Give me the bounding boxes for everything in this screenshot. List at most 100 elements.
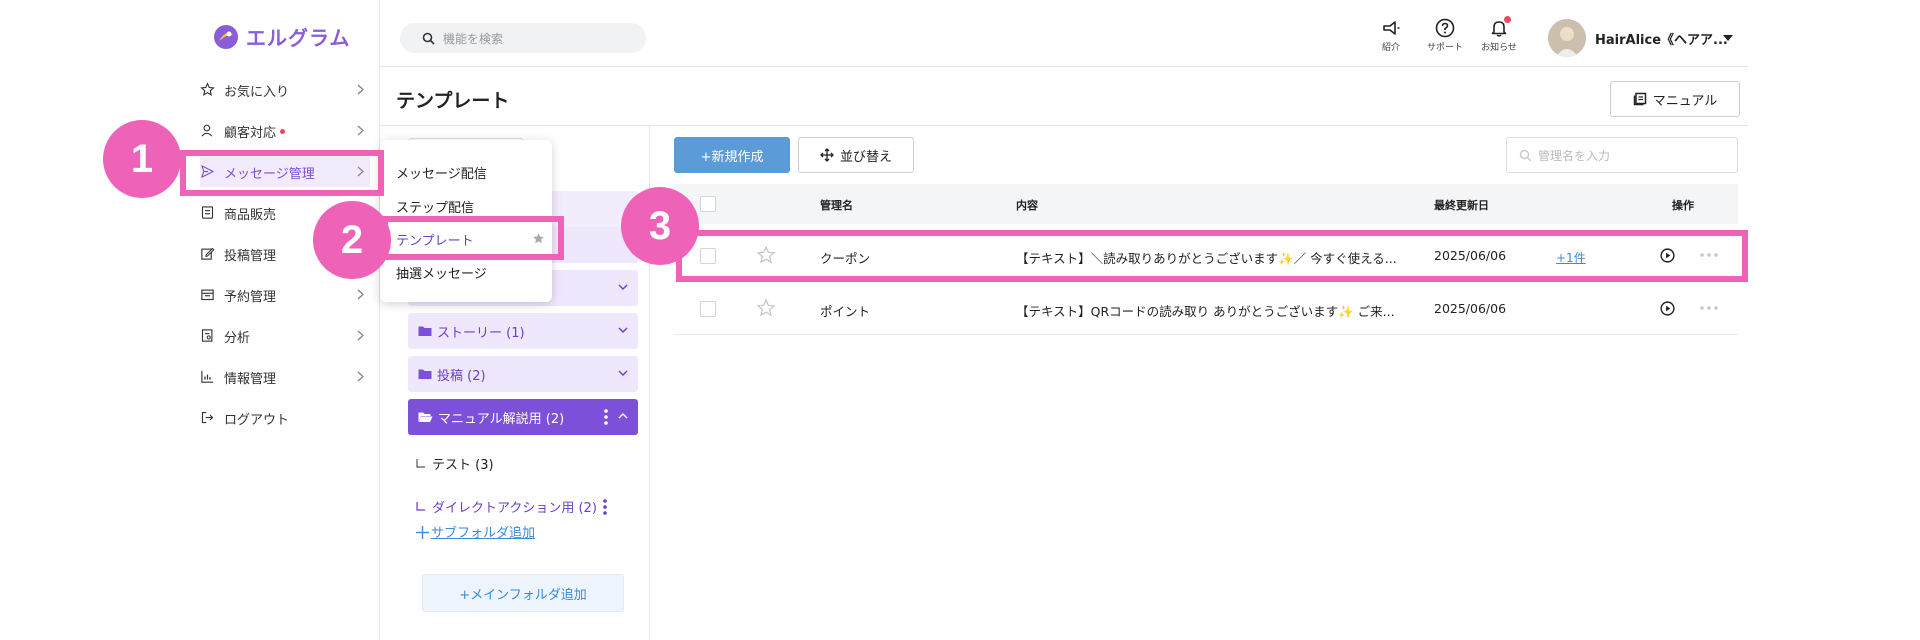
folder-icon [418,368,432,380]
alert-dot [280,128,286,134]
subfolder-label: テスト (3) [432,458,494,473]
sidebar-item-label: 情報管理 [224,371,277,387]
manual-label: マニュアル [1652,93,1718,109]
sidebar-item-8[interactable]: 情報管理 [200,362,370,392]
add-main-folder-button[interactable]: +メインフォルダ追加 [422,574,624,612]
chevron-down-icon [618,327,628,333]
step-badge-1: 1 [103,120,181,198]
folder-posts[interactable]: 投稿 (2) [408,356,638,392]
app-logo[interactable]: エルグラム [212,22,350,51]
kebab-menu-icon[interactable] [604,409,608,425]
submenu-step-delivery[interactable]: ステップ配信 [396,197,474,216]
step-badge-3: 3 [621,187,699,265]
submenu-lottery-message[interactable]: 抽選メッセージ [396,263,487,282]
intro-button[interactable]: 紹介 [1366,18,1416,53]
search-placeholder: 機能を検索 [443,31,504,46]
sidebar-item-label: ログアウト [224,412,290,428]
page-title: テンプレート [396,90,510,112]
avatar[interactable] [1548,19,1586,57]
logout-icon [200,410,216,426]
chevron-right-icon [357,125,364,136]
intro-label: 紹介 [1381,43,1400,53]
subfolder-label: ダイレクトアクション用 (2) [432,501,597,516]
calendar-icon [200,287,216,303]
folder-label: マニュアル解説用 (2) [438,411,565,427]
submenu-message-delivery[interactable]: メッセージ配信 [396,163,487,182]
highlight-box-2 [382,216,564,260]
template-content: 【テキスト】QRコードの読み取り ありがとうございます✨ ご来... [1016,304,1395,319]
edit-icon [200,246,216,262]
step-badge-2: 2 [313,201,391,279]
sidebar-item-label: 商品販売 [224,207,277,223]
chevron-down-icon [618,370,628,376]
manual-button[interactable]: マニュアル [1610,81,1740,117]
new-template-button[interactable]: +新規作成 [674,137,790,173]
updated-date: 2025/06/06 [1434,301,1507,316]
chevron-down-icon [618,284,628,290]
favorite-star-icon[interactable] [756,298,776,318]
kebab-menu-icon[interactable] [603,498,607,515]
add-main-folder-label: +メインフォルダ追加 [459,587,587,603]
chart-icon [200,369,216,385]
folder-open-icon [418,411,433,423]
plus-icon [416,526,429,539]
chevron-up-icon[interactable] [618,413,628,419]
notifications-label: お知らせ [1481,43,1517,53]
topbar-divider [380,66,1748,67]
register-icon [200,205,216,221]
sort-label: 並び替え [839,149,892,165]
folder-manual[interactable]: マニュアル解説用 (2) [408,399,638,435]
subfolder-test[interactable]: テスト (3) [416,454,494,473]
star-icon [200,82,216,98]
column-header-name: 管理名 [820,199,853,212]
sidebar-item-1[interactable]: お気に入り [200,75,370,105]
logo-icon [212,23,240,51]
more-options-icon[interactable] [1700,306,1718,310]
chevron-right-icon [357,84,364,95]
chevron-right-icon [357,371,364,382]
sidebar-item-label: お気に入り [224,84,290,100]
person-icon [200,123,216,139]
search-icon [1519,149,1532,162]
megaphone-icon [1381,18,1401,38]
sidebar-item-7[interactable]: 分析 [200,321,370,351]
sidebar-item-label: 予約管理 [224,289,277,305]
notifications-button[interactable]: お知らせ [1474,16,1524,53]
move-icon [820,148,834,162]
column-header-actions: 操作 [1672,199,1694,212]
folder-stories[interactable]: ストーリー (1) [408,313,638,349]
play-icon[interactable] [1660,301,1675,316]
subfolder-branch-icon [416,458,426,469]
folder-label: ストーリー (1) [437,325,525,341]
notification-dot [1504,16,1511,23]
table-row[interactable]: ポイント 【テキスト】QRコードの読み取り ありがとうございます✨ ご来... 20… [674,283,1738,335]
folder-icon [418,325,432,337]
chevron-right-icon [357,289,364,300]
template-name[interactable]: ポイント [820,301,870,320]
sidebar-item-label: 投稿管理 [224,248,277,264]
select-all-checkbox[interactable] [700,196,716,212]
column-header-updated: 最終更新日 [1434,199,1489,212]
highlight-box-3 [676,230,1748,282]
user-name[interactable]: HairAlice《ヘアア... [1595,29,1728,48]
subfolder-direct-action[interactable]: ダイレクトアクション用 (2) [416,497,607,516]
subfolder-branch-icon [416,501,426,512]
sidebar-item-6[interactable]: 予約管理 [200,280,370,310]
add-subfolder-link[interactable]: サブフォルダ追加 [416,522,535,541]
sort-button[interactable]: 並び替え [798,137,914,173]
sidebar-item-2[interactable]: 顧客対応 [200,116,370,146]
management-name-search-input[interactable]: 管理名を入力 [1506,137,1738,173]
book-icon [1633,92,1647,106]
help-icon [1435,18,1455,38]
add-subfolder-label: サブフォルダ追加 [431,526,536,541]
row-checkbox[interactable] [700,301,716,317]
account-dropdown-icon[interactable] [1722,34,1734,42]
feature-search-input[interactable]: 機能を検索 [400,23,646,53]
folder-label: 投稿 (2) [437,368,486,384]
report-icon [200,328,216,344]
support-button[interactable]: サポート [1420,18,1470,53]
logo-text: エルグラム [246,26,351,50]
support-label: サポート [1426,43,1463,53]
sidebar-item-9[interactable]: ログアウト [200,403,370,433]
search-placeholder: 管理名を入力 [1538,148,1611,163]
